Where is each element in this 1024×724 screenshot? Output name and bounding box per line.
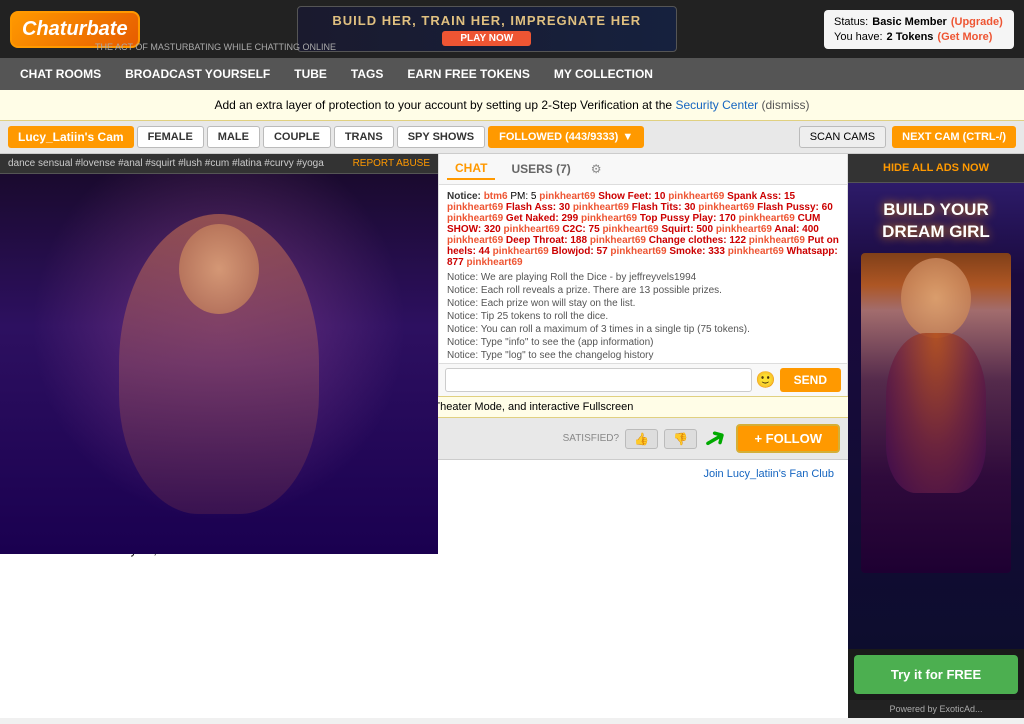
status-label: Status: [834, 16, 868, 28]
dismiss-link[interactable]: (dismiss) [762, 98, 810, 112]
next-cam-button[interactable]: NEXT CAM (CTRL-/) [892, 126, 1016, 148]
follow-arrow-indicator: ➜ [696, 418, 733, 458]
tab-female[interactable]: FEMALE [137, 126, 204, 148]
satisfied-label: SATISFIED? [563, 433, 620, 444]
tab-trans[interactable]: TRANS [334, 126, 394, 148]
security-center-link[interactable]: Security Center [675, 98, 758, 112]
tip-menu-notice: Notice: btm6 PM: 5 pinkheart69 Show Feet… [447, 191, 839, 268]
nav-collection[interactable]: MY COLLECTION [542, 61, 665, 87]
follow-button[interactable]: + FOLLOW [736, 424, 840, 453]
report-abuse-link[interactable]: REPORT ABUSE [353, 158, 430, 169]
play-now-button[interactable]: PLAY NOW [442, 31, 531, 46]
chat-messages: Notice: btm6 PM: 5 pinkheart69 Show Feet… [439, 185, 847, 363]
hide-ads-button[interactable]: HIDE ALL ADS NOW [848, 154, 1024, 183]
tab-followed[interactable]: FOLLOWED (443/9333) ▼ [488, 126, 644, 148]
tagline: THE ACT OF MASTURBATING WHILE CHATTING O… [95, 42, 336, 52]
tab-male[interactable]: MALE [207, 126, 260, 148]
settings-icon[interactable]: ⚙ [591, 162, 602, 176]
user-status-panel: Status: Basic Member (Upgrade) You have:… [824, 10, 1014, 49]
stream-video-area [0, 174, 438, 554]
verify-bar: Add an extra layer of protection to your… [0, 90, 1024, 121]
tokens-value: 2 Tokens [887, 31, 934, 43]
cam-title-tab[interactable]: Lucy_Latiin's Cam [8, 126, 134, 148]
chat-message-3: Notice: Tip 25 tokens to roll the dice. [447, 311, 839, 322]
send-chat-button[interactable]: SEND [780, 368, 841, 392]
chat-input[interactable] [445, 368, 752, 392]
video-stream: dance sensual #lovense #anal #squirt #lu… [0, 154, 438, 396]
nav-tube[interactable]: TUBE [282, 61, 339, 87]
users-tab[interactable]: USERS (7) [503, 159, 578, 179]
fan-club-link[interactable]: Join Lucy_latiin's Fan Club [703, 468, 834, 480]
ad-image-area[interactable]: BUILD YOURDREAM GIRL [848, 183, 1024, 649]
nav-broadcast[interactable]: BROADCAST YOURSELF [113, 61, 282, 87]
chat-message-5: Notice: Type "info" to see the (app info… [447, 337, 839, 348]
right-ad-panel: HIDE ALL ADS NOW BUILD YOURDREAM GIRL Tr… [848, 154, 1024, 718]
nav-earn-tokens[interactable]: EARN FREE TOKENS [395, 61, 541, 87]
chat-tab[interactable]: CHAT [447, 158, 495, 180]
nav-chat-rooms[interactable]: CHAT ROOMS [8, 61, 113, 87]
chat-message-0: Notice: We are playing Roll the Dice - b… [447, 272, 839, 283]
chat-message-1: Notice: Each roll reveals a prize. There… [447, 285, 839, 296]
thumbs-down-button[interactable]: 👎 [664, 429, 697, 449]
stream-tags: dance sensual #lovense #anal #squirt #lu… [8, 158, 347, 169]
nav-bar: CHAT ROOMS BROADCAST YOURSELF TUBE TAGS … [0, 58, 1024, 90]
upgrade-link[interactable]: (Upgrade) [951, 16, 1003, 28]
thumbs-up-button[interactable]: 👍 [625, 429, 658, 449]
tab-spy-shows[interactable]: SPY SHOWS [397, 126, 485, 148]
chat-message-6: Notice: Type "log" to see the changelog … [447, 350, 839, 361]
chat-input-row: 🙂 SEND [439, 363, 847, 396]
status-value: Basic Member [872, 16, 947, 28]
banner-text: BUILD HER, TRAIN HER, IMPREGNATE HER [318, 13, 656, 28]
try-free-button[interactable]: Try it for FREE [854, 655, 1018, 694]
chevron-down-icon: ▼ [622, 131, 633, 143]
tab-couple[interactable]: COUPLE [263, 126, 331, 148]
cam-tabs-row: Lucy_Latiin's Cam FEMALE MALE COUPLE TRA… [0, 121, 1024, 154]
chat-tabs-row: CHAT USERS (7) ⚙ [439, 154, 847, 185]
scan-cams-button[interactable]: SCAN CAMS [799, 126, 886, 148]
chat-message-4: Notice: You can roll a maximum of 3 time… [447, 324, 839, 335]
get-more-link[interactable]: (Get More) [937, 31, 992, 43]
emoji-button[interactable]: 🙂 [756, 370, 776, 390]
left-panel: dance sensual #lovense #anal #squirt #lu… [0, 154, 848, 718]
chat-message-2: Notice: Each prize won will stay on the … [447, 298, 839, 309]
nav-tags[interactable]: TAGS [339, 61, 395, 87]
powered-by-text: Powered by ExoticAd... [848, 700, 1024, 718]
tokens-label: You have: [834, 31, 883, 43]
chat-panel: CHAT USERS (7) ⚙ Notice: btm6 PM: 5 pink… [438, 154, 848, 396]
ad-title-text: BUILD YOURDREAM GIRL [874, 189, 998, 253]
